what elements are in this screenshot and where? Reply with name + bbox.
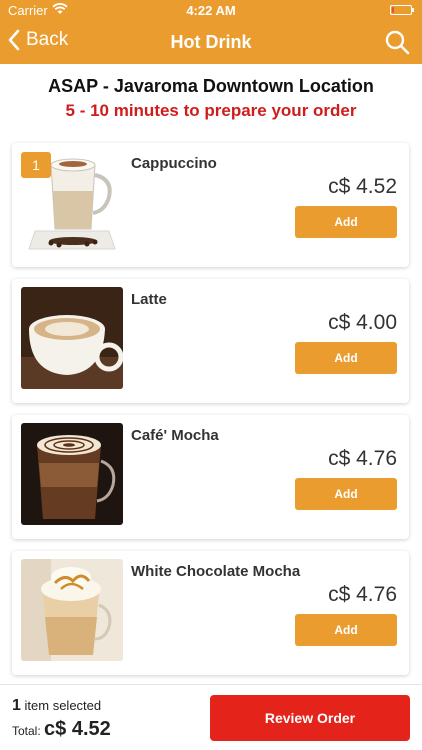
product-image-white-chocolate-mocha: [21, 559, 123, 661]
status-time: 4:22 AM: [186, 3, 236, 18]
add-button[interactable]: Add: [295, 478, 397, 510]
order-summary-bar: 1 item selected Total: c$ 4.52 Review Or…: [0, 684, 422, 750]
total-label: Total:: [12, 724, 41, 738]
product-card-latte[interactable]: Latte c$ 4.00 Add: [12, 279, 409, 403]
product-card-cafe-mocha[interactable]: Café' Mocha c$ 4.76 Add: [12, 415, 409, 539]
nav-bar: Back Hot Drink: [0, 20, 422, 64]
product-card-white-chocolate-mocha[interactable]: White Chocolate Mocha c$ 4.76 Add: [12, 551, 409, 675]
product-card-cappuccino[interactable]: 1 Cappuccino c$ 4.52 Add: [12, 143, 409, 267]
product-name: Latte: [131, 291, 167, 308]
add-button[interactable]: Add: [295, 206, 397, 238]
back-button[interactable]: Back: [8, 29, 68, 51]
add-button[interactable]: Add: [295, 614, 397, 646]
product-price: c$ 4.76: [328, 583, 397, 606]
product-name: Cappuccino: [131, 155, 217, 172]
search-button[interactable]: [384, 29, 410, 60]
chevron-left-icon: [8, 29, 20, 51]
product-price: c$ 4.00: [328, 311, 397, 334]
item-selected-text: item selected: [24, 698, 102, 713]
product-price: c$ 4.52: [328, 175, 397, 198]
product-image-latte: [21, 287, 123, 389]
total-amount: c$ 4.52: [44, 718, 111, 740]
quantity-badge: 1: [21, 152, 51, 178]
order-total: Total: c$ 4.52: [12, 718, 111, 741]
location-heading: ASAP - Javaroma Downtown Location: [48, 76, 374, 96]
status-bar: Carrier 4:22 AM: [0, 0, 422, 20]
items-selected: 1 item selected: [12, 697, 101, 715]
prep-time-notice: 5 - 10 minutes to prepare your order: [65, 101, 357, 120]
battery-icon: [390, 5, 414, 15]
search-icon: [385, 30, 410, 55]
product-name: Café' Mocha: [131, 427, 219, 444]
item-count: 1: [12, 697, 21, 714]
product-image-cafe-mocha: [21, 423, 123, 525]
review-order-button[interactable]: Review Order: [210, 695, 410, 741]
add-button[interactable]: Add: [295, 342, 397, 374]
product-price: c$ 4.76: [328, 447, 397, 470]
product-name: White Chocolate Mocha: [131, 563, 301, 580]
back-label: Back: [26, 29, 69, 50]
